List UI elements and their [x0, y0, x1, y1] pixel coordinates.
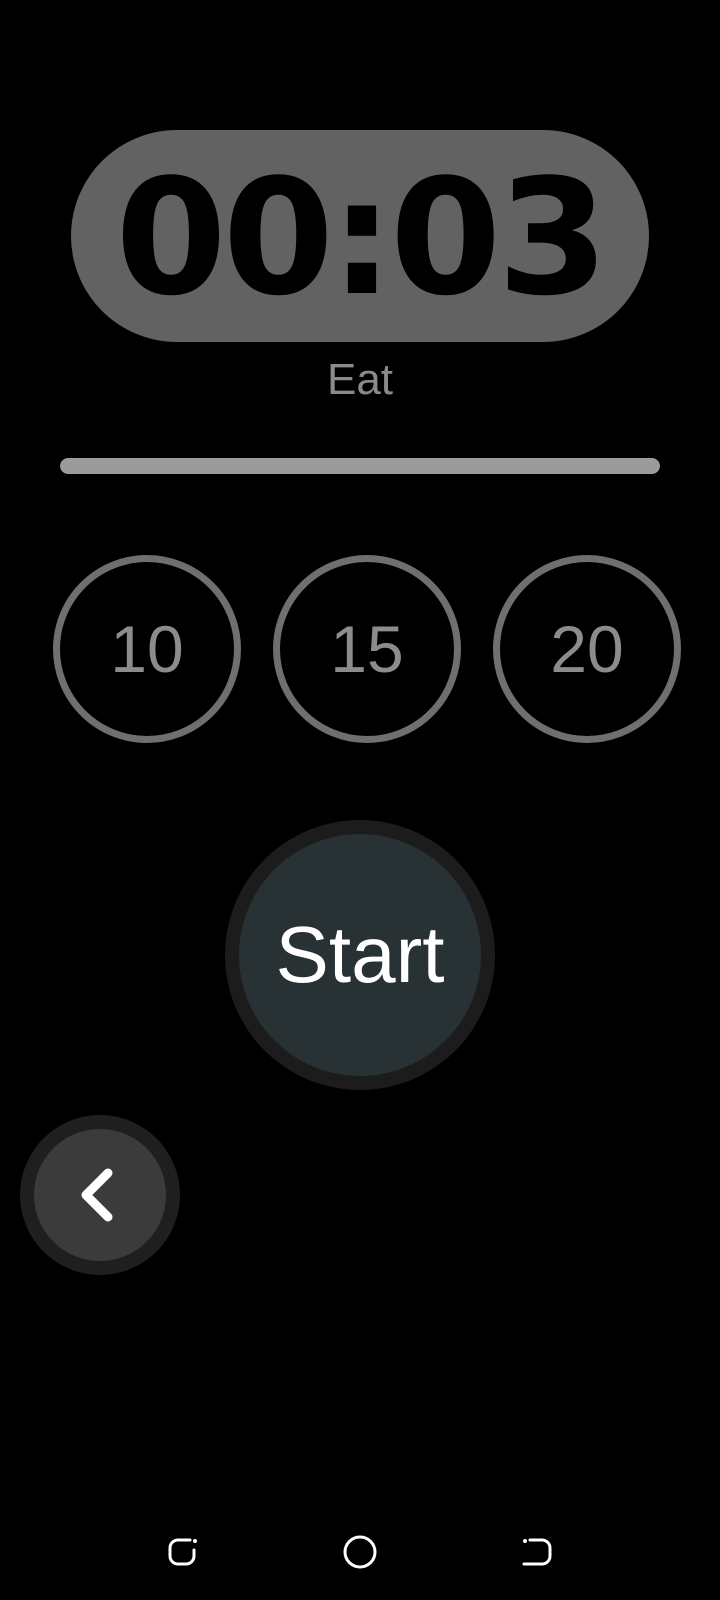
system-back-button[interactable] — [514, 1530, 558, 1574]
start-button[interactable]: Start — [225, 820, 495, 1090]
recent-apps-icon — [168, 1538, 197, 1566]
home-icon — [343, 1535, 377, 1569]
timer-text: 00:03 — [115, 144, 608, 331]
progress-bar — [60, 458, 660, 474]
preset-button-20[interactable]: 20 — [493, 555, 681, 743]
start-label: Start — [275, 910, 445, 999]
preset-label: 15 — [330, 612, 404, 686]
recent-apps-button[interactable] — [162, 1530, 206, 1574]
preset-button-10[interactable]: 10 — [53, 555, 241, 743]
back-button-face — [34, 1129, 166, 1261]
preset-label: 10 — [110, 612, 184, 686]
preset-label: 20 — [550, 612, 624, 686]
back-button[interactable] — [20, 1115, 180, 1275]
preset-button-15[interactable]: 15 — [273, 555, 461, 743]
chevron-left-icon — [81, 1168, 113, 1222]
system-navigation-bar — [0, 1500, 720, 1600]
timer-display: 00:03 — [71, 130, 649, 342]
phase-label: Eat — [326, 355, 394, 404]
progress-fill — [60, 458, 660, 474]
system-back-icon — [522, 1538, 552, 1566]
home-button[interactable] — [338, 1530, 382, 1574]
start-button-face: Start — [239, 834, 481, 1076]
